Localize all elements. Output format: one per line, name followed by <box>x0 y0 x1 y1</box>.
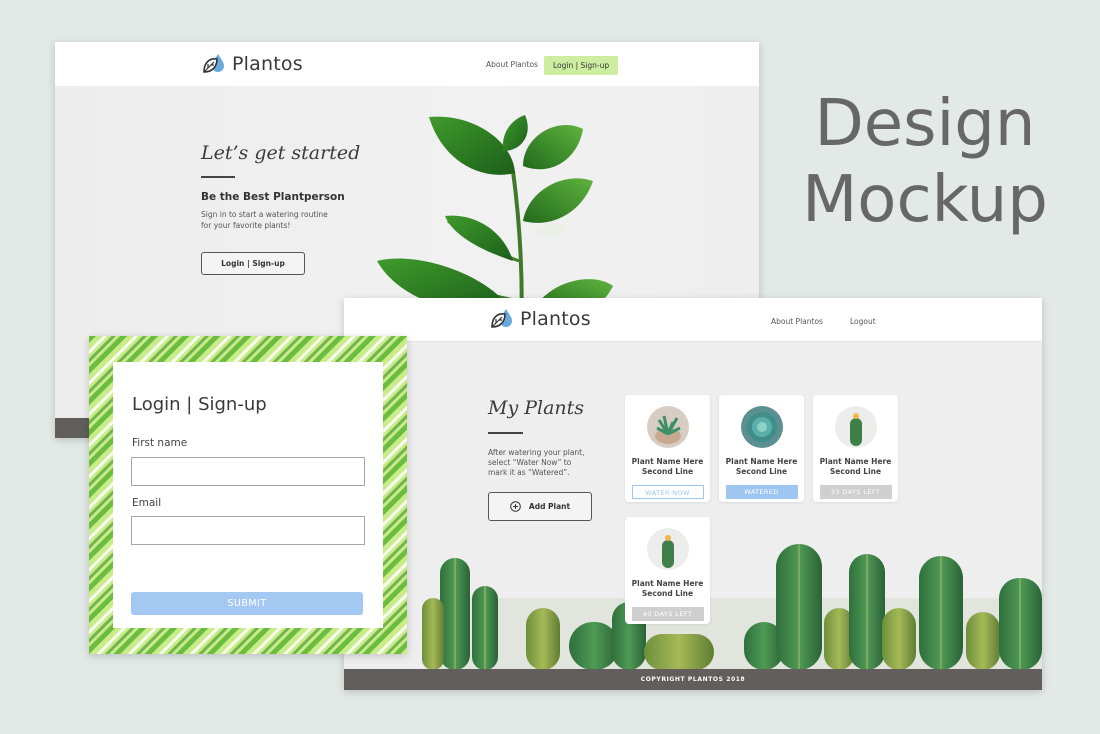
plant-name: Plant Name Here Second Line <box>625 457 710 477</box>
hero-divider <box>201 176 235 178</box>
leaf-drop-logo-icon <box>491 309 512 328</box>
hero-title: Let’s get started <box>201 142 361 164</box>
plus-circle-icon <box>510 501 521 512</box>
email-label: Email <box>132 497 162 509</box>
plant-card[interactable]: Plant Name Here Second Line 33 DAYS LEFT <box>813 395 898 502</box>
design-mockup-heading: Design Mockup <box>770 86 1080 238</box>
add-plant-button[interactable]: Add Plant <box>488 492 592 521</box>
email-field[interactable] <box>131 516 365 545</box>
first-name-field[interactable] <box>131 457 365 486</box>
nav-logout-link[interactable]: Logout <box>850 317 876 326</box>
instruction-line: After watering your plant, <box>488 448 585 457</box>
login-form-card: Login | Sign-up First name Email SUBMIT <box>113 362 383 628</box>
first-name-label: First name <box>132 437 188 449</box>
nav-login-signup-button[interactable]: Login | Sign-up <box>544 56 619 75</box>
landing-navbar: Plantos About Plantos Login | Sign-up <box>55 42 759 87</box>
plant-name-line: Plant Name Here <box>631 457 704 466</box>
login-modal: Login | Sign-up First name Email SUBMIT <box>89 336 407 654</box>
plant-name-line: Plant Name Here <box>725 457 798 466</box>
plant-name-line: Second Line <box>735 467 788 476</box>
my-plants-instructions: After watering your plant, select “Water… <box>488 448 585 478</box>
hero-login-button[interactable]: Login | Sign-up <box>201 252 305 275</box>
my-plants-screen: Plantos About Plantos Logout My Plants A… <box>344 298 1042 690</box>
dashboard-logo[interactable]: Plantos <box>490 308 591 330</box>
hero-body-line: Sign in to start a watering routine <box>201 210 328 219</box>
heading-line: Mockup <box>802 163 1048 237</box>
landing-logo[interactable]: Plantos <box>202 53 303 75</box>
plant-name-line: Second Line <box>829 467 882 476</box>
plant-photo <box>646 406 689 448</box>
my-plants-title: My Plants <box>488 397 585 419</box>
nav-about-link[interactable]: About Plantos <box>486 60 538 69</box>
plant-card[interactable]: Plant Name Here Second Line WATERED <box>719 395 804 502</box>
brand-name: Plantos <box>232 53 303 75</box>
login-form-title: Login | Sign-up <box>132 394 267 415</box>
water-now-button[interactable]: WATER NOW <box>631 485 704 499</box>
plant-name: Plant Name Here Second Line <box>813 457 898 477</box>
instruction-line: select “Water Now” to <box>488 458 572 467</box>
plant-name-line: Second Line <box>641 589 694 598</box>
hero-body-line: for your favorite plants! <box>201 221 291 230</box>
hero-subtitle: Be the Best Plantperson <box>201 191 345 203</box>
submit-button[interactable]: SUBMIT <box>131 592 363 615</box>
dashboard-navbar: Plantos About Plantos Logout <box>344 298 1042 342</box>
plant-card[interactable]: Plant Name Here Second Line WATER NOW <box>625 395 710 502</box>
plant-name-line: Second Line <box>641 467 694 476</box>
plant-photo <box>834 406 877 448</box>
heading-line: Design <box>814 87 1036 161</box>
plant-card[interactable]: Plant Name Here Second Line 40 DAYS LEFT <box>625 517 710 624</box>
hero-body: Sign in to start a watering routine for … <box>201 209 328 231</box>
plant-photo <box>646 528 689 570</box>
plant-name-line: Plant Name Here <box>819 457 892 466</box>
add-plant-label: Add Plant <box>528 502 571 511</box>
plant-name: Plant Name Here Second Line <box>719 457 804 477</box>
instruction-line: mark it as “Watered”. <box>488 468 570 477</box>
watered-status[interactable]: WATERED <box>725 485 798 499</box>
plant-name-line: Plant Name Here <box>631 579 704 588</box>
brand-name: Plantos <box>520 308 591 330</box>
my-plants-divider <box>488 432 523 434</box>
days-left-status[interactable]: 33 DAYS LEFT <box>819 485 892 499</box>
days-left-status[interactable]: 40 DAYS LEFT <box>631 607 704 621</box>
plant-photo <box>740 406 783 448</box>
leaf-drop-logo-icon <box>203 54 224 73</box>
plant-name: Plant Name Here Second Line <box>625 579 710 599</box>
dashboard-footer: COPYRIGHT PLANTOS 2018 <box>344 669 1042 690</box>
nav-about-link[interactable]: About Plantos <box>771 317 823 326</box>
